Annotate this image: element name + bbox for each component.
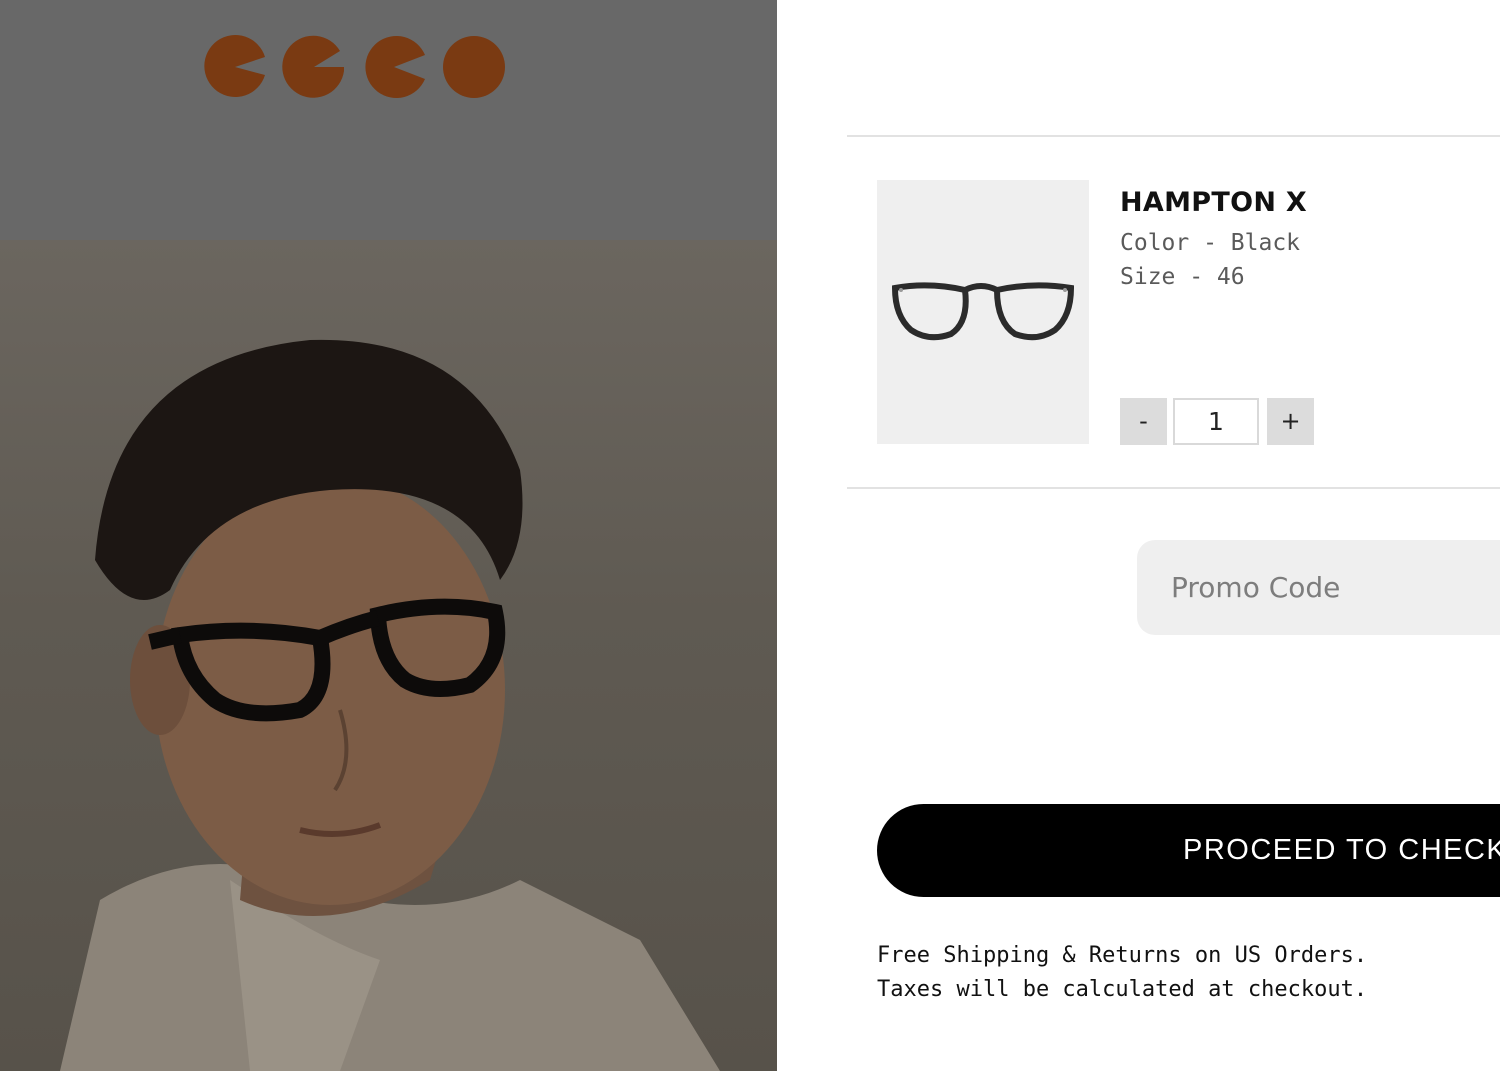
divider (847, 135, 1500, 137)
background-page-overlay (0, 0, 777, 1071)
product-color: Color - Black (1120, 230, 1301, 256)
eyeglasses-icon (891, 282, 1075, 341)
cart-drawer: HAMPTON X Color - Black Size - 46 - + PR… (777, 0, 1500, 1071)
taxes-note: Taxes will be calculated at checkout. (877, 977, 1368, 1002)
proceed-to-checkout-button[interactable]: PROCEED TO CHECKOUT (877, 804, 1500, 897)
promo-code-input[interactable] (1137, 540, 1500, 635)
brand-logo (204, 35, 505, 98)
quantity-decrease-button[interactable]: - (1120, 398, 1167, 445)
product-image[interactable] (877, 180, 1089, 444)
quantity-input[interactable] (1173, 398, 1259, 445)
shipping-note: Free Shipping & Returns on US Orders. (877, 943, 1368, 968)
product-name[interactable]: HAMPTON X (1120, 187, 1307, 218)
quantity-increase-button[interactable]: + (1267, 398, 1314, 445)
site-header (0, 0, 777, 240)
product-size: Size - 46 (1120, 264, 1245, 290)
hero-model-image (0, 240, 777, 1071)
divider (847, 487, 1500, 489)
